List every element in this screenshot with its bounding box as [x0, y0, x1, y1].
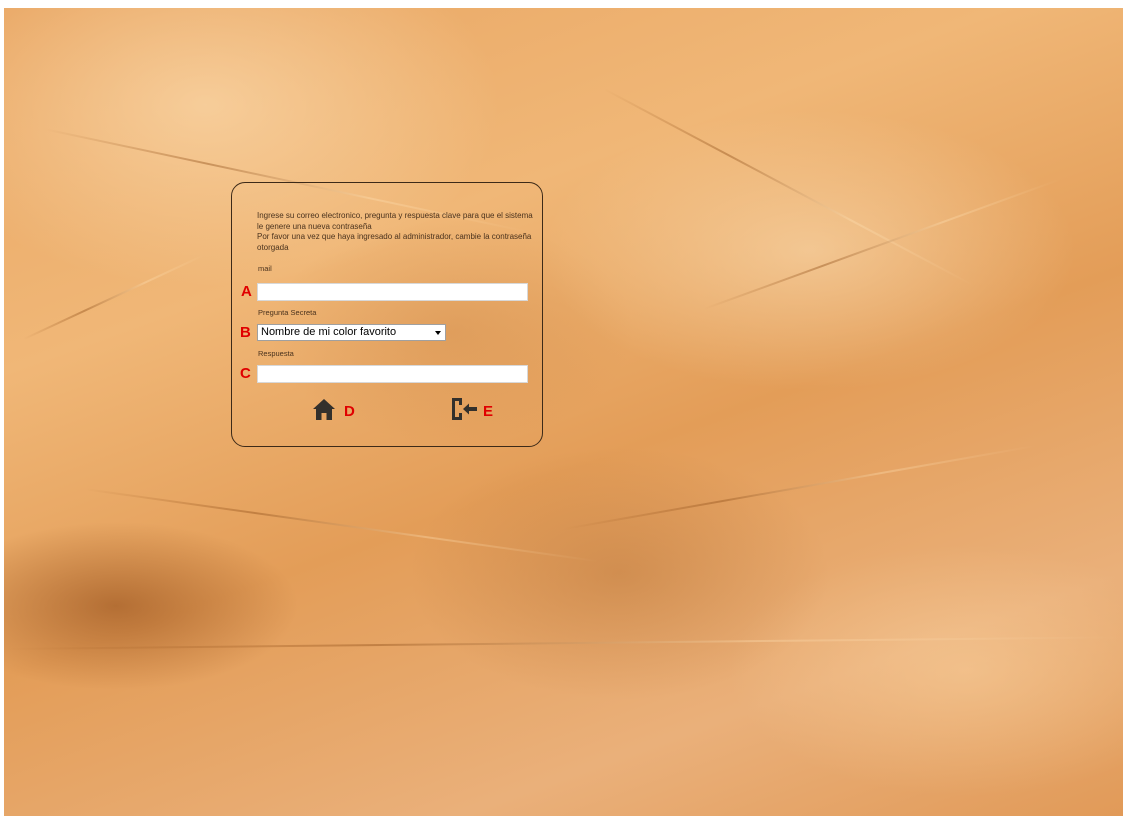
marker-e: E — [483, 403, 494, 420]
marker-c: C — [240, 365, 251, 382]
paper-crease — [4, 636, 1123, 650]
marker-b: B — [240, 324, 251, 341]
exit-button[interactable] — [450, 397, 478, 421]
paper-crease — [563, 444, 1037, 530]
marker-a: A — [241, 283, 252, 300]
paper-crease — [83, 488, 600, 563]
instructions-line-1: Ingrese su correo electronico, pregunta … — [257, 211, 533, 231]
secret-question-selected-value: Nombre de mi color favorito — [261, 326, 397, 338]
sign-out-icon — [452, 398, 477, 420]
home-button[interactable] — [312, 397, 336, 421]
secret-question-label: Pregunta Secreta — [258, 308, 317, 317]
chevron-down-icon — [435, 331, 441, 335]
email-field[interactable] — [257, 283, 528, 301]
crumpled-paper-background — [4, 8, 1123, 816]
instructions-line-2: Por favor una vez que haya ingresado al … — [257, 232, 532, 252]
paper-crease — [703, 178, 1062, 310]
home-icon — [313, 399, 335, 420]
secret-question-select[interactable]: Nombre de mi color favorito — [257, 324, 446, 341]
answer-label: Respuesta — [258, 349, 294, 358]
paper-crease — [603, 88, 976, 288]
answer-field[interactable] — [257, 365, 528, 383]
paper-crease — [23, 253, 206, 340]
instructions-text: Ingrese su correo electronico, pregunta … — [257, 211, 537, 253]
marker-d: D — [344, 403, 355, 420]
email-label: mail — [258, 264, 272, 273]
